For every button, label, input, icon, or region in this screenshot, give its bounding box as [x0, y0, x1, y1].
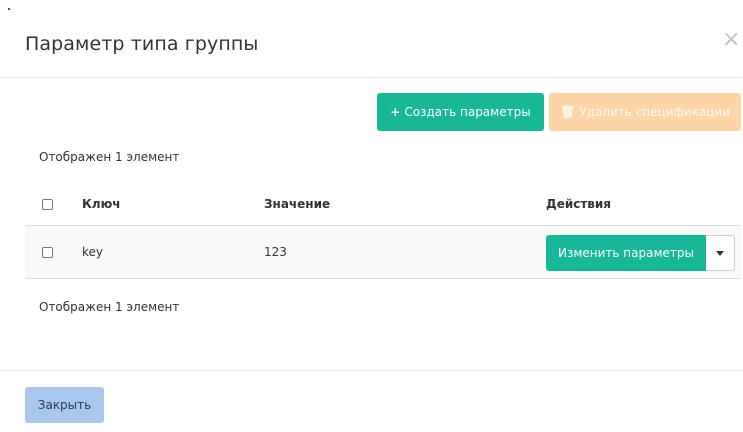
create-parameters-button[interactable]: + Создать параметры	[377, 93, 544, 131]
plus-icon: +	[390, 105, 401, 119]
modal-header: Параметр типа группы ×	[0, 0, 743, 78]
create-parameters-label: Создать параметры	[404, 105, 531, 119]
row-checkbox[interactable]	[42, 247, 53, 258]
dialog-title: Параметр типа группы	[25, 33, 259, 55]
delete-specs-label: Удалить спецификации	[579, 105, 730, 119]
actions-dropdown-toggle[interactable]	[706, 235, 735, 271]
decorative-dot	[8, 8, 10, 10]
column-header-key: Ключ	[82, 197, 121, 211]
chevron-down-icon	[716, 251, 724, 256]
edit-parameters-button[interactable]: Изменить параметры	[546, 235, 706, 271]
close-button[interactable]: Закрыть	[25, 387, 104, 423]
items-count-top: Отображен 1 элемент	[39, 150, 180, 164]
items-count-bottom: Отображен 1 элемент	[39, 300, 180, 314]
table-row: key 123 Изменить параметры	[25, 226, 741, 279]
select-all-checkbox[interactable]	[42, 199, 53, 210]
row-actions: Изменить параметры	[546, 235, 735, 271]
table-header-row: Ключ Значение Действия	[25, 183, 741, 226]
row-value: 123	[264, 245, 287, 259]
column-header-value: Значение	[264, 197, 331, 211]
modal-dialog: Параметр типа группы × + Создать параметр…	[0, 0, 743, 432]
row-key: key	[82, 245, 104, 259]
delete-specs-button[interactable]: 🗑 Удалить спецификации	[549, 93, 741, 131]
close-icon[interactable]: ×	[722, 29, 740, 51]
modal-footer: Закрыть	[0, 370, 743, 432]
column-header-actions: Действия	[546, 197, 612, 211]
trash-icon: 🗑	[560, 105, 576, 119]
